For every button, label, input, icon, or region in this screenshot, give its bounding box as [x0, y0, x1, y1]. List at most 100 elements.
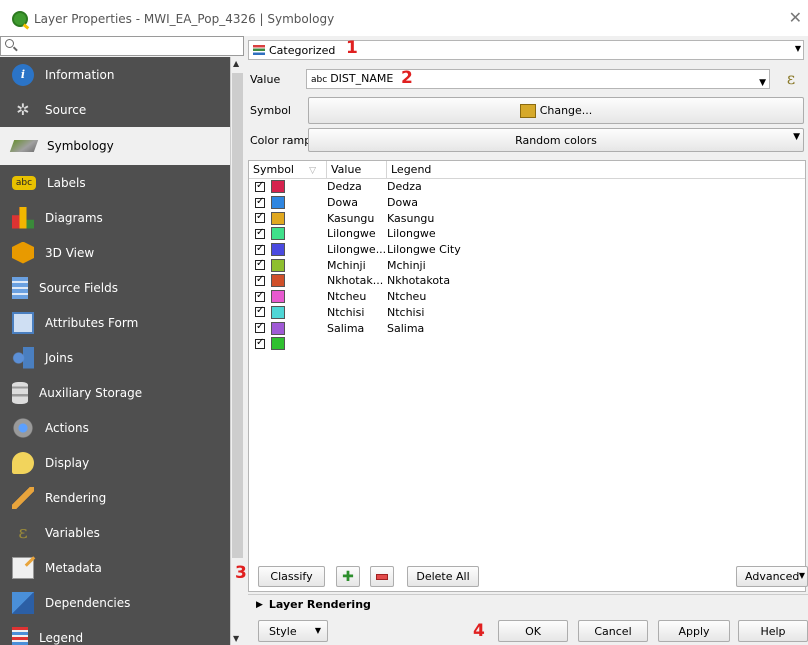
- row-checkbox[interactable]: [255, 258, 265, 271]
- row-legend[interactable]: Lilongwe City: [387, 243, 461, 256]
- symbol-swatch[interactable]: [271, 274, 285, 288]
- row-checkbox[interactable]: [255, 243, 265, 255]
- sidebar-item-attributes-form[interactable]: Attributes Form: [0, 305, 230, 340]
- row-value[interactable]: Ntchisi: [327, 306, 387, 319]
- value-field-select[interactable]: abc DIST_NAME ▼: [306, 69, 770, 89]
- table-row[interactable]: Nkhotak...Nkhotakota: [249, 273, 805, 289]
- sidebar-item-auxiliary-storage[interactable]: Auxiliary Storage: [0, 375, 230, 410]
- row-checkbox[interactable]: [255, 180, 265, 192]
- row-value[interactable]: Dedza: [327, 180, 387, 193]
- column-header-symbol[interactable]: Symbol ▽: [249, 161, 327, 178]
- row-value[interactable]: Kasungu: [327, 212, 387, 225]
- row-checkbox[interactable]: [255, 274, 265, 286]
- sidebar-item-symbology[interactable]: Symbology: [0, 127, 230, 165]
- annotation-4: 4: [473, 621, 485, 641]
- help-button[interactable]: Help: [738, 620, 808, 642]
- cancel-button[interactable]: Cancel: [578, 620, 648, 642]
- symbol-swatch[interactable]: [271, 211, 285, 225]
- scroll-up-icon[interactable]: ▲: [233, 59, 239, 68]
- row-value[interactable]: Nkhotak...: [327, 274, 387, 287]
- row-checkbox[interactable]: [255, 196, 265, 208]
- scroll-down-icon[interactable]: ▼: [233, 634, 239, 643]
- row-legend[interactable]: Mchinji: [387, 259, 426, 272]
- symbol-swatch[interactable]: [271, 290, 285, 304]
- symbol-swatch[interactable]: [271, 243, 285, 257]
- sidebar-item-3d-view[interactable]: 3D View: [0, 235, 230, 270]
- scrollbar-thumb[interactable]: [232, 73, 243, 558]
- row-value[interactable]: Lilongwe...: [327, 243, 387, 256]
- row-legend[interactable]: Kasungu: [387, 212, 434, 225]
- symbol-swatch[interactable]: [271, 180, 285, 194]
- sidebar-item-dependencies[interactable]: Dependencies: [0, 585, 230, 620]
- row-checkbox[interactable]: [255, 227, 265, 239]
- sidebar-item-actions[interactable]: Actions: [0, 410, 230, 445]
- symbol-swatch[interactable]: [271, 305, 285, 319]
- table-row[interactable]: KasunguKasungu: [249, 210, 805, 226]
- table-row[interactable]: SalimaSalima: [249, 320, 805, 336]
- sidebar-item-diagrams[interactable]: Diagrams: [0, 200, 230, 235]
- remove-class-button[interactable]: [370, 566, 394, 587]
- sidebar-item-source[interactable]: ✲ Source: [0, 92, 230, 127]
- symbol-swatch[interactable]: [271, 321, 285, 335]
- sidebar-item-variables[interactable]: ε Variables: [0, 515, 230, 550]
- row-checkbox[interactable]: [255, 321, 265, 334]
- layer-rendering-toggle[interactable]: ▶ Layer Rendering: [256, 598, 371, 611]
- symbol-swatch[interactable]: [271, 337, 285, 351]
- labels-icon: abc: [12, 175, 36, 190]
- sidebar-item-source-fields[interactable]: Source Fields: [0, 270, 230, 305]
- column-header-legend[interactable]: Legend: [387, 161, 805, 178]
- apply-button[interactable]: Apply: [658, 620, 730, 642]
- table-row[interactable]: Lilongwe...Lilongwe City: [249, 242, 805, 258]
- table-row[interactable]: DowaDowa: [249, 195, 805, 211]
- sidebar-item-joins[interactable]: Joins: [0, 340, 230, 375]
- sidebar-item-labels[interactable]: abc Labels: [0, 165, 230, 200]
- renderer-select[interactable]: Categorized ▼: [248, 40, 804, 60]
- add-class-button[interactable]: ✚: [336, 566, 360, 587]
- sidebar-item-information[interactable]: i Information: [0, 57, 230, 92]
- table-row[interactable]: LilongweLilongwe: [249, 226, 805, 242]
- advanced-button[interactable]: Advanced ▼: [736, 566, 808, 587]
- close-icon[interactable]: ✕: [789, 8, 802, 27]
- symbol-swatch[interactable]: [271, 196, 285, 210]
- sidebar-item-display[interactable]: Display: [0, 445, 230, 480]
- classify-button[interactable]: Classify: [258, 566, 325, 587]
- symbol-swatch[interactable]: [271, 258, 285, 272]
- row-value[interactable]: Ntcheu: [327, 290, 387, 303]
- sidebar-item-rendering[interactable]: Rendering: [0, 480, 230, 515]
- row-checkbox[interactable]: [255, 211, 265, 224]
- expression-button[interactable]: ε: [778, 69, 804, 89]
- row-checkbox[interactable]: [255, 337, 265, 349]
- sidebar-item-label: Diagrams: [45, 210, 103, 225]
- row-checkbox[interactable]: [255, 305, 265, 318]
- sidebar-item-legend[interactable]: Legend: [0, 620, 230, 645]
- divider: [248, 594, 808, 595]
- row-legend[interactable]: Dowa: [387, 196, 418, 209]
- color-ramp-select[interactable]: Random colors ▼: [308, 128, 804, 152]
- row-checkbox[interactable]: [255, 290, 265, 302]
- symbol-swatch[interactable]: [271, 227, 285, 241]
- style-menu-button[interactable]: Style ▼: [258, 620, 328, 642]
- column-header-value[interactable]: Value: [327, 161, 387, 178]
- row-legend[interactable]: Salima: [387, 322, 424, 335]
- row-value[interactable]: Mchinji: [327, 259, 387, 272]
- row-legend[interactable]: Ntcheu: [387, 290, 426, 303]
- row-legend[interactable]: Nkhotakota: [387, 274, 450, 287]
- delete-all-button[interactable]: Delete All: [407, 566, 479, 587]
- change-symbol-button[interactable]: Change...: [308, 97, 804, 124]
- row-value[interactable]: Salima: [327, 322, 387, 335]
- ok-button[interactable]: OK: [498, 620, 568, 642]
- sidebar-scrollbar[interactable]: ▲ ▼: [230, 57, 244, 645]
- table-row[interactable]: NtcheuNtcheu: [249, 289, 805, 305]
- sidebar-search-input[interactable]: [0, 36, 244, 56]
- row-legend[interactable]: Dedza: [387, 180, 422, 193]
- row-legend[interactable]: Ntchisi: [387, 306, 424, 319]
- row-legend[interactable]: Lilongwe: [387, 227, 436, 240]
- table-row[interactable]: NtchisiNtchisi: [249, 305, 805, 321]
- table-row[interactable]: DedzaDedza: [249, 179, 805, 195]
- sidebar-item-metadata[interactable]: Metadata: [0, 550, 230, 585]
- table-row[interactable]: [249, 336, 805, 352]
- row-value[interactable]: Dowa: [327, 196, 387, 209]
- row-value[interactable]: Lilongwe: [327, 227, 387, 240]
- table-row[interactable]: MchinjiMchinji: [249, 257, 805, 273]
- value-field: DIST_NAME: [330, 72, 394, 85]
